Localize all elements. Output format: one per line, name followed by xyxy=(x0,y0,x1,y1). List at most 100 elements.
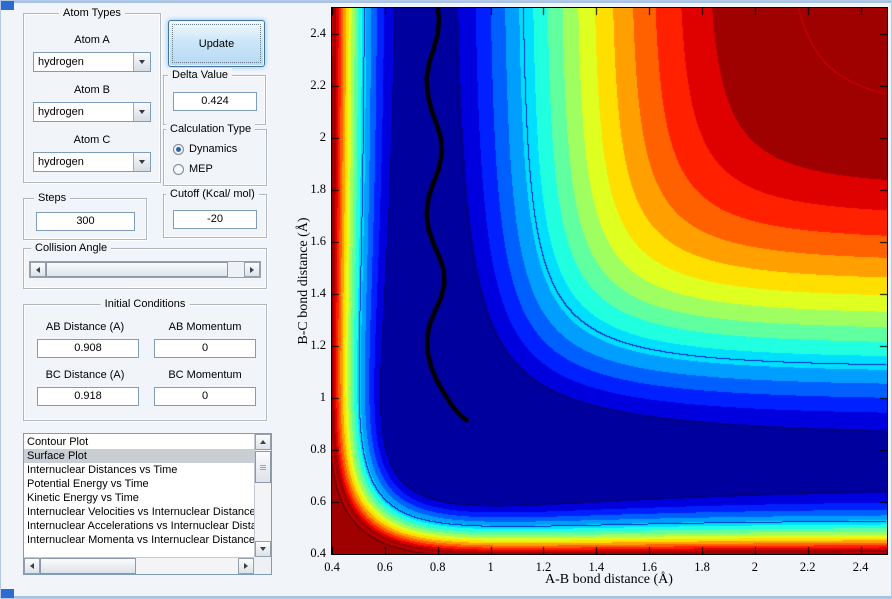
chevron-down-icon xyxy=(139,110,145,114)
ab-distance-field[interactable]: 0.908 xyxy=(37,339,139,358)
update-button[interactable]: Update xyxy=(168,20,265,67)
collision-angle-slider[interactable] xyxy=(29,261,261,278)
xtick-label: 2 xyxy=(751,560,758,574)
radio-dynamics-label: Dynamics xyxy=(189,143,238,155)
horizontal-scroll-thumb[interactable] xyxy=(40,558,136,574)
delta-value-field[interactable]: 0.424 xyxy=(173,92,257,111)
arrow-right-icon xyxy=(250,266,254,273)
xtick-label: 1.4 xyxy=(588,560,605,574)
initial-conditions-panel: Initial Conditions AB Distance (A) AB Mo… xyxy=(23,297,267,421)
plot-type-listbox: Contour Plot Surface Plot Internuclear Dis… xyxy=(23,433,272,575)
list-item[interactable]: Surface Plot xyxy=(24,449,254,463)
list-item[interactable]: Internuclear Velocities vs Internuclear … xyxy=(24,505,254,519)
slider-left-button[interactable] xyxy=(30,262,46,277)
window-corner-grip-bottom-left xyxy=(1,589,14,598)
steps-field[interactable]: 300 xyxy=(36,212,135,231)
atom-a-select[interactable]: hydrogen xyxy=(33,52,151,72)
atom-b-select[interactable]: hydrogen xyxy=(33,102,151,122)
ytick-label: 0.8 xyxy=(310,442,326,456)
steps-title: Steps xyxy=(34,191,71,205)
atom-b-value: hydrogen xyxy=(38,106,84,118)
chevron-down-icon xyxy=(139,160,145,164)
atom-c-value: hydrogen xyxy=(38,156,84,168)
update-button-label: Update xyxy=(198,37,235,50)
cutoff-panel: Cutoff (Kcal/ mol) -20 xyxy=(163,187,267,238)
scroll-down-button[interactable] xyxy=(255,541,271,557)
xtick-label: 1.2 xyxy=(535,560,552,574)
initial-conditions-title: Initial Conditions xyxy=(100,297,190,311)
xtick-label: 2.4 xyxy=(852,560,869,574)
radio-mep[interactable]: MEP xyxy=(173,163,213,175)
atom-b-label: Atom B xyxy=(73,84,111,96)
ab-distance-label: AB Distance (A) xyxy=(45,321,125,333)
bc-momentum-label: BC Momentum xyxy=(168,369,242,381)
delta-value-panel: Delta Value 0.424 xyxy=(163,68,266,125)
ytick-label: 2 xyxy=(319,130,326,144)
atom-b-dropdown-button[interactable] xyxy=(133,103,150,121)
bc-distance-field[interactable]: 0.918 xyxy=(37,387,139,406)
scroll-left-button[interactable] xyxy=(24,558,40,574)
ytick-label: 1.8 xyxy=(310,182,326,196)
xtick-label: 0.8 xyxy=(429,560,446,574)
xtick-label: 2.2 xyxy=(799,560,816,574)
xtick-label: 1.8 xyxy=(694,560,710,574)
steps-panel: Steps 300 xyxy=(23,191,147,240)
chevron-down-icon xyxy=(139,60,145,64)
atom-a-dropdown-button[interactable] xyxy=(133,53,150,71)
atom-c-label: Atom C xyxy=(73,134,111,146)
vertical-scroll-thumb[interactable] xyxy=(255,451,271,483)
listbox-horizontal-scrollbar[interactable] xyxy=(24,557,254,574)
slider-right-button[interactable] xyxy=(244,262,260,277)
slider-thumb[interactable] xyxy=(46,262,228,277)
collision-angle-panel: Collision Angle xyxy=(23,241,267,289)
xtick-label: 0.4 xyxy=(324,560,340,574)
atom-types-panel: Atom Types Atom A hydrogen Atom B hydrog… xyxy=(23,6,161,183)
radio-mep-label: MEP xyxy=(189,163,213,175)
atom-c-select[interactable]: hydrogen xyxy=(33,152,151,172)
window-bottom-border xyxy=(1,596,891,598)
ytick-label: 2.2 xyxy=(310,78,326,92)
arrow-up-icon xyxy=(260,440,266,444)
xtick-label: 1.6 xyxy=(641,560,657,574)
xtick-label: 1 xyxy=(487,560,494,574)
atom-c-dropdown-button[interactable] xyxy=(133,153,150,171)
ytick-label: 1.4 xyxy=(310,286,326,300)
ab-momentum-field[interactable]: 0 xyxy=(154,339,256,358)
listbox-vertical-scrollbar[interactable] xyxy=(254,434,271,557)
cutoff-field[interactable]: -20 xyxy=(173,210,257,229)
atom-a-value: hydrogen xyxy=(38,56,84,68)
arrow-down-icon xyxy=(260,547,266,551)
atom-a-label: Atom A xyxy=(74,34,110,46)
scroll-right-button[interactable] xyxy=(238,558,254,574)
list-item[interactable]: Contour Plot xyxy=(24,435,254,449)
ytick-label: 0.6 xyxy=(310,494,326,508)
bc-distance-label: BC Distance (A) xyxy=(45,369,125,381)
list-item[interactable]: Potential Energy vs Time xyxy=(24,477,254,491)
list-item[interactable]: Internuclear Accelerations vs Internucle… xyxy=(24,519,254,533)
radio-dynamics[interactable]: Dynamics xyxy=(173,143,237,155)
scrollbar-corner xyxy=(254,557,271,574)
delta-value-title: Delta Value xyxy=(168,68,233,82)
calculation-type-title: Calculation Type xyxy=(166,122,256,136)
xtick-label: 0.6 xyxy=(377,560,393,574)
calculation-type-panel: Calculation Type Dynamics MEP xyxy=(163,122,267,186)
ytick-label: 2.4 xyxy=(310,26,326,40)
list-item[interactable]: Kinetic Energy vs Time xyxy=(24,491,254,505)
list-item[interactable]: Internuclear Distances vs Time xyxy=(24,463,254,477)
ytick-label: 1.2 xyxy=(310,338,326,352)
application-window: { "window": { "bg": "#f1f5fa", "chrome_c… xyxy=(0,0,892,599)
contour-plot-axes xyxy=(331,7,888,555)
list-item[interactable]: Internuclear Momenta vs Internuclear Dis… xyxy=(24,533,254,547)
atom-types-title: Atom Types xyxy=(59,6,125,20)
listbox-items: Contour Plot Surface Plot Internuclear Dis… xyxy=(24,435,254,557)
radio-button-icon xyxy=(173,143,184,155)
cutoff-title: Cutoff (Kcal/ mol) xyxy=(166,187,259,201)
ytick-label: 0.4 xyxy=(310,546,326,560)
scroll-up-button[interactable] xyxy=(255,434,271,450)
bc-momentum-field[interactable]: 0 xyxy=(154,387,256,406)
collision-angle-title: Collision Angle xyxy=(31,241,112,255)
arrow-left-icon xyxy=(36,266,40,273)
ytick-label: 1.6 xyxy=(310,234,326,248)
window-top-border xyxy=(1,1,891,3)
ytick-label: 1 xyxy=(319,390,326,404)
